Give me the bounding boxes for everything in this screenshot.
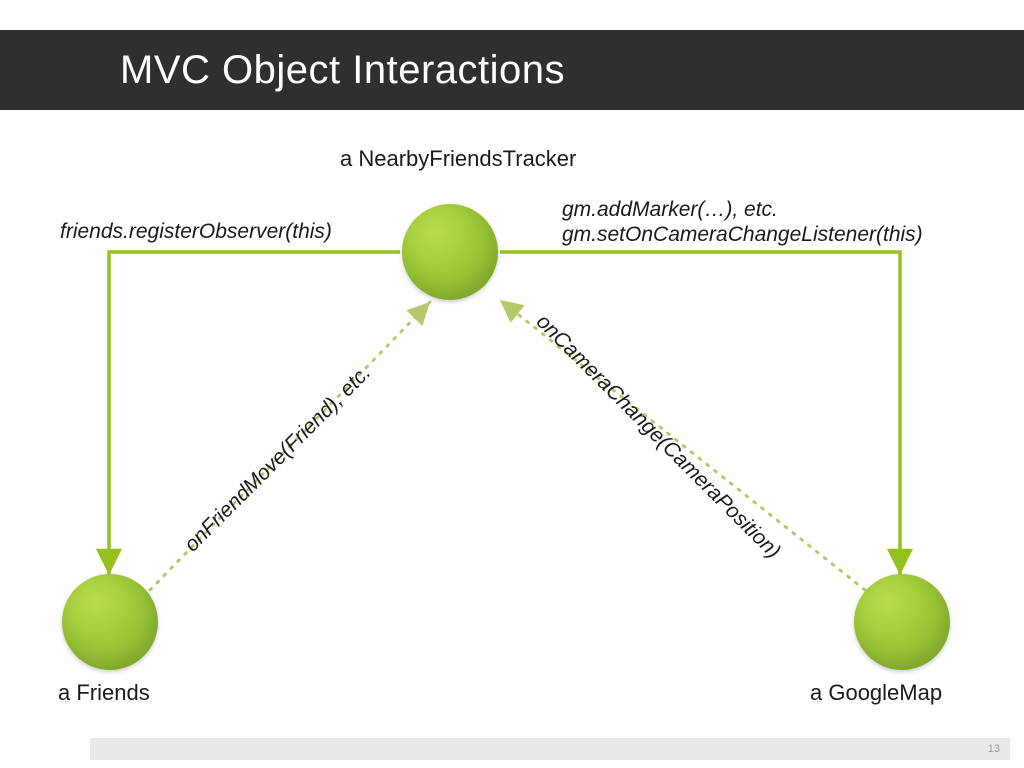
node-model	[62, 574, 158, 670]
edge-label-ctrl-to-view-1: gm.addMarker(…), etc.	[562, 198, 778, 222]
footer-bar: 13	[90, 738, 1010, 760]
slide-title: MVC Object Interactions	[120, 48, 565, 93]
edge-label-view-to-ctrl: onCameraChange(CameraPosition)	[531, 310, 785, 564]
node-view	[854, 574, 950, 670]
label-controller: a NearbyFriendsTracker	[340, 146, 576, 172]
edge-ctrl-to-view	[500, 252, 900, 575]
label-view: a GoogleMap	[810, 680, 942, 706]
edge-label-ctrl-to-model: friends.registerObserver(this)	[60, 220, 332, 244]
label-model: a Friends	[58, 680, 150, 706]
page-number: 13	[988, 743, 1000, 755]
edge-label-model-to-ctrl: onFriendMove(Friend), etc.	[180, 361, 376, 557]
edge-label-ctrl-to-view-2: gm.setOnCameraChangeListener(this)	[562, 223, 923, 247]
node-controller	[402, 204, 498, 300]
diagram-stage: a NearbyFriendsTracker a Friends a Googl…	[0, 110, 1024, 710]
edge-ctrl-to-model	[109, 252, 400, 575]
slide-title-bar: MVC Object Interactions	[0, 30, 1024, 110]
